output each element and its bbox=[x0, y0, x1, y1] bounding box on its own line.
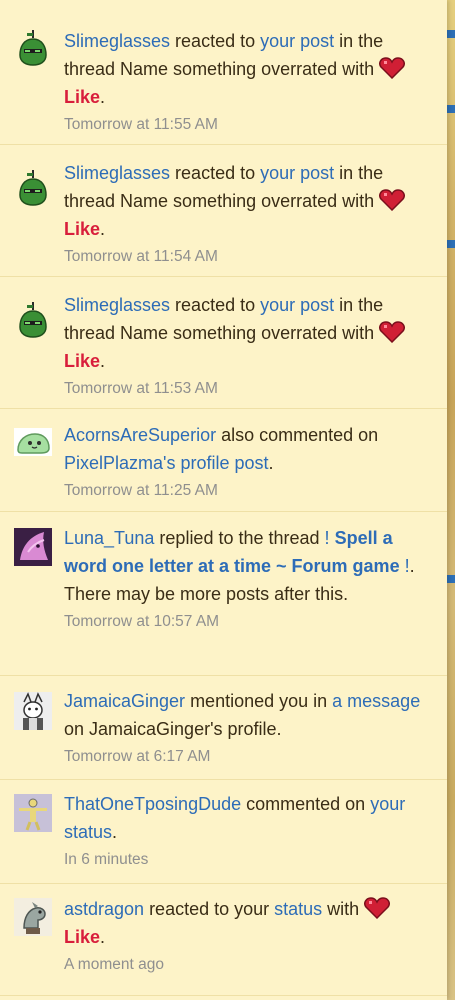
username-link[interactable]: Slimeglasses bbox=[64, 295, 170, 315]
alert-body: AcornsAreSuperior also commented on Pixe… bbox=[64, 421, 435, 502]
alert-text: reacted to bbox=[170, 163, 261, 183]
alert-time: Tomorrow at 6:17 AM bbox=[64, 748, 211, 765]
alert-text: with bbox=[322, 899, 365, 919]
sketch-portrait-icon bbox=[14, 692, 52, 730]
green-blob-icon bbox=[19, 30, 47, 66]
alert-time: A moment ago bbox=[64, 956, 164, 973]
username-link[interactable]: astdragon bbox=[64, 899, 144, 919]
alert-item[interactable]: Slimeglasses reacted to your post in the… bbox=[0, 277, 447, 409]
alert-text: . bbox=[112, 822, 118, 842]
alert-text: . bbox=[100, 219, 106, 239]
background-mark bbox=[447, 105, 455, 113]
alert-body: Luna_Tuna replied to the thread ! Spell … bbox=[64, 524, 435, 633]
pink-creature-icon bbox=[14, 528, 52, 566]
alerts-panel: Slimeglasses reacted to your post in the… bbox=[0, 0, 447, 1000]
heart-icon bbox=[379, 57, 406, 79]
green-blob-icon bbox=[19, 170, 47, 206]
alert-text: reacted to bbox=[170, 31, 261, 51]
username-link[interactable]: JamaicaGinger bbox=[64, 691, 185, 711]
alert-text: . bbox=[100, 351, 106, 371]
alert-text: . bbox=[268, 453, 274, 473]
alert-time: In 6 minutes bbox=[64, 851, 149, 868]
post-link[interactable]: your post bbox=[260, 31, 334, 51]
avatar[interactable] bbox=[14, 528, 52, 566]
tposing-figure-icon bbox=[14, 794, 52, 832]
avatar[interactable] bbox=[14, 169, 52, 207]
alert-text: also commented on bbox=[216, 425, 379, 445]
alert-text: mentioned you in bbox=[185, 691, 333, 711]
alert-text: on JamaicaGinger's profile. bbox=[64, 719, 282, 739]
alert-body: JamaicaGinger mentioned you in a message… bbox=[64, 687, 435, 768]
avatar[interactable] bbox=[14, 794, 52, 832]
heart-icon bbox=[379, 189, 406, 211]
background-mark bbox=[447, 575, 455, 583]
alert-text: commented on bbox=[241, 794, 371, 814]
status-link[interactable]: status bbox=[274, 899, 322, 919]
alert-item[interactable]: astdragon reacted to your status with Li… bbox=[0, 884, 447, 996]
username-link[interactable]: Slimeglasses bbox=[64, 31, 170, 51]
heart-icon bbox=[364, 897, 391, 919]
alert-body: Slimeglasses reacted to your post in the… bbox=[64, 291, 435, 400]
background-mark bbox=[447, 240, 455, 248]
grey-dragon-icon bbox=[14, 898, 52, 936]
avatar[interactable] bbox=[14, 29, 52, 67]
message-link[interactable]: a message bbox=[332, 691, 420, 711]
post-link[interactable]: your post bbox=[260, 163, 334, 183]
alert-time: Tomorrow at 11:54 AM bbox=[64, 248, 218, 265]
alert-item[interactable]: ThatOneTposingDude commented on your sta… bbox=[0, 780, 447, 884]
alert-item[interactable]: Slimeglasses reacted to your post in the… bbox=[0, 0, 447, 145]
green-slug-icon bbox=[14, 428, 52, 456]
alert-time: Tomorrow at 11:25 AM bbox=[64, 482, 218, 499]
alert-body: Slimeglasses reacted to your post in the… bbox=[64, 159, 435, 268]
username-link[interactable]: Slimeglasses bbox=[64, 163, 170, 183]
heart-icon bbox=[379, 321, 406, 343]
profile-post-link[interactable]: PixelPlazma's profile post bbox=[64, 453, 269, 473]
green-blob-icon bbox=[19, 302, 47, 338]
avatar[interactable] bbox=[14, 301, 52, 339]
alert-text: . bbox=[100, 927, 106, 947]
post-link[interactable]: your post bbox=[260, 295, 334, 315]
thread-prefix[interactable]: ! bbox=[325, 528, 330, 548]
alert-body: astdragon reacted to your status with Li… bbox=[64, 895, 435, 976]
username-link[interactable]: AcornsAreSuperior bbox=[64, 425, 216, 445]
alert-time: Tomorrow at 10:57 AM bbox=[64, 613, 220, 630]
alert-text: . bbox=[100, 87, 106, 107]
avatar[interactable] bbox=[14, 898, 52, 936]
alert-text: replied to the thread bbox=[154, 528, 325, 548]
background-page-edge bbox=[447, 0, 455, 1000]
username-link[interactable]: Luna_Tuna bbox=[64, 528, 154, 548]
username-link[interactable]: ThatOneTposingDude bbox=[64, 794, 241, 814]
alert-body: Slimeglasses reacted to your post in the… bbox=[64, 27, 435, 136]
alert-item[interactable]: Luna_Tuna replied to the thread ! Spell … bbox=[0, 512, 447, 676]
avatar[interactable] bbox=[14, 692, 52, 730]
alert-body: ThatOneTposingDude commented on your sta… bbox=[64, 790, 435, 871]
alert-text: reacted to bbox=[170, 295, 261, 315]
background-mark bbox=[447, 30, 455, 38]
alert-item[interactable]: AcornsAreSuperior also commented on Pixe… bbox=[0, 409, 447, 512]
alert-time: Tomorrow at 11:55 AM bbox=[64, 116, 218, 133]
avatar[interactable] bbox=[14, 423, 52, 461]
alert-time: Tomorrow at 11:53 AM bbox=[64, 380, 218, 397]
alert-text: reacted to your bbox=[144, 899, 275, 919]
alert-item[interactable]: Slimeglasses reacted to your post in the… bbox=[0, 145, 447, 277]
alert-item[interactable]: JamaicaGinger mentioned you in a message… bbox=[0, 676, 447, 780]
